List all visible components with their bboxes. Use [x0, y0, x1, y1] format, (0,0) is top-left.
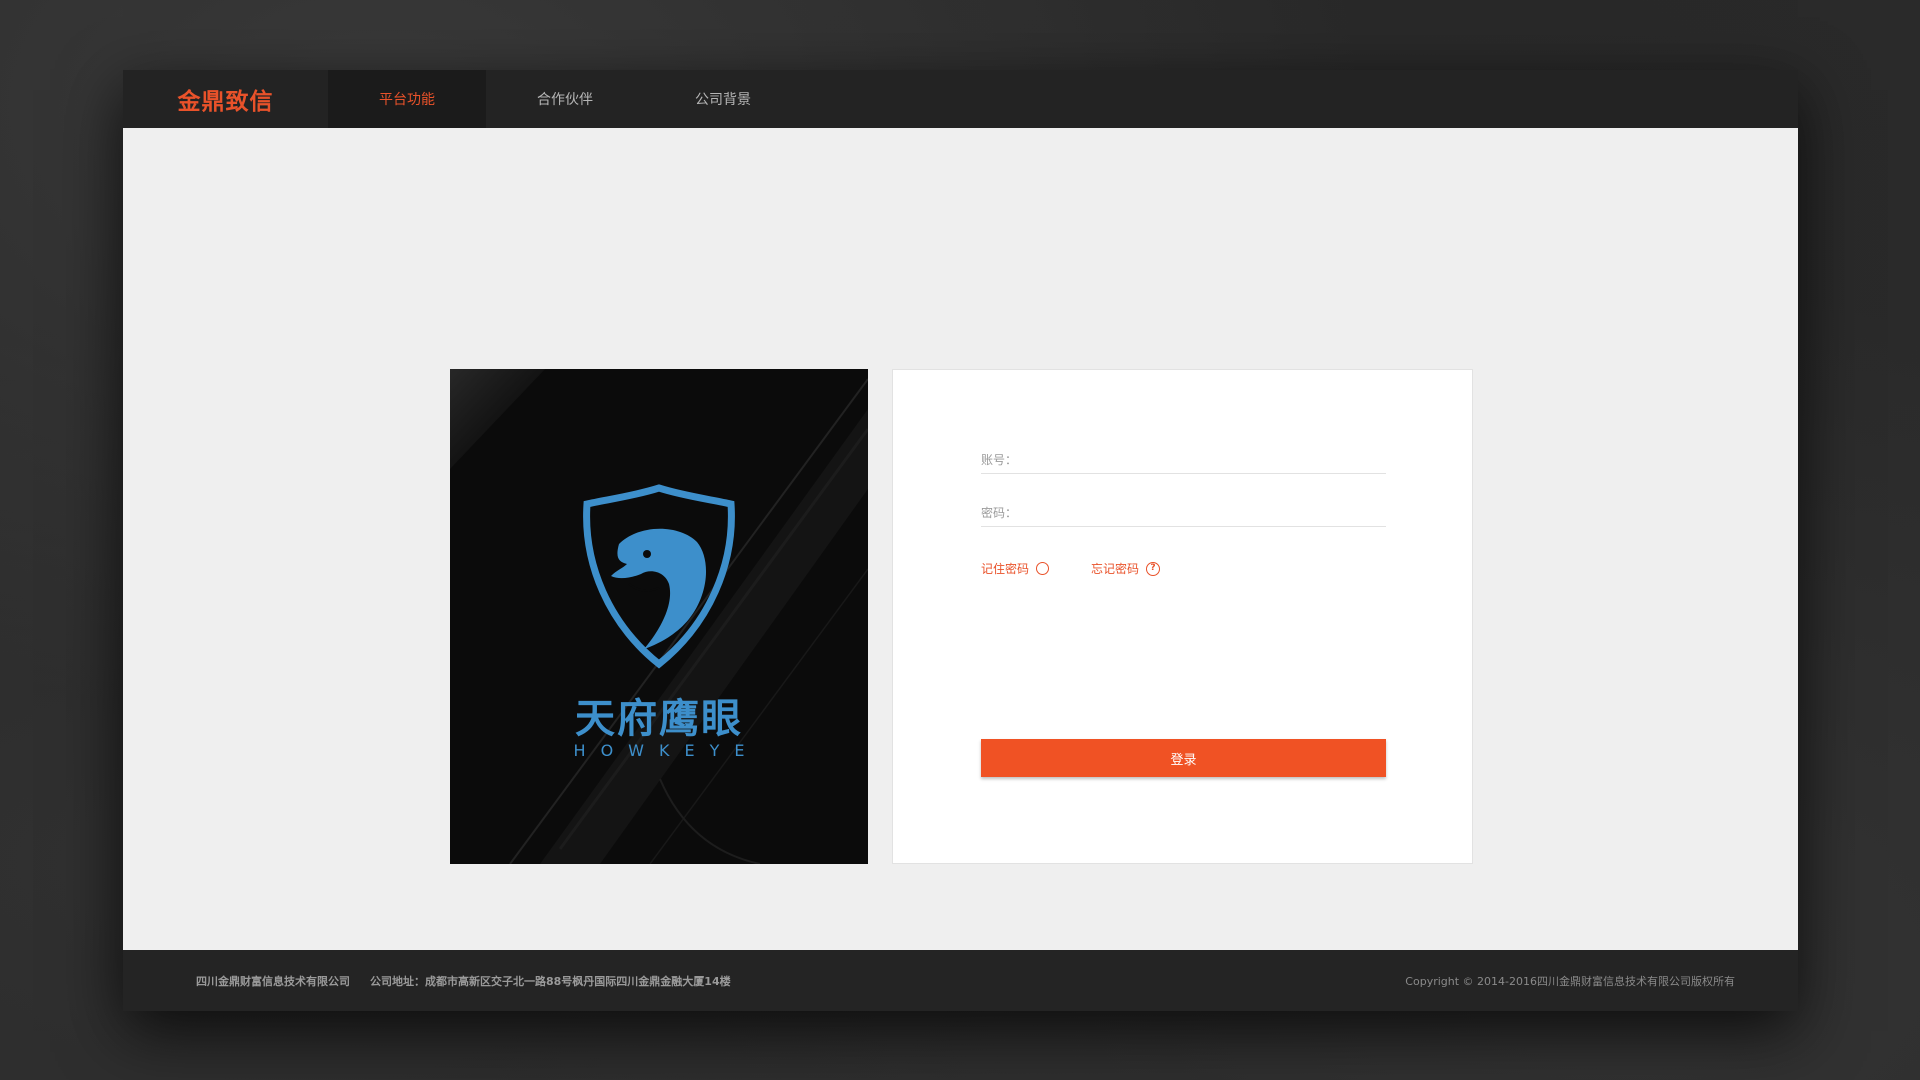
account-field[interactable]: 账号： [981, 446, 1386, 474]
app-window: 金鼎致信 平台功能 合作伙伴 公司背景 天府鹰眼 HOWKEYE 账号： 密码：… [123, 70, 1798, 1011]
brand-logo[interactable]: 金鼎致信 [123, 70, 328, 128]
remember-password-toggle[interactable]: 记住密码 [981, 560, 1050, 577]
radio-icon[interactable] [1036, 562, 1050, 575]
password-field[interactable]: 密码： [981, 499, 1386, 527]
login-button[interactable]: 登录 [981, 739, 1386, 777]
forgot-password-link[interactable]: 忘记密码 ? [1091, 560, 1161, 577]
password-input[interactable] [1017, 499, 1386, 526]
account-input[interactable] [1017, 446, 1386, 473]
question-mark-icon[interactable]: ? [1146, 561, 1161, 576]
main-content: 天府鹰眼 HOWKEYE 账号： 密码： 记住密码 忘记密码 ? 登录 [123, 128, 1798, 950]
password-label: 密码： [981, 506, 1018, 520]
hero-title: 天府鹰眼 [575, 696, 743, 742]
nav-item-partners[interactable]: 合作伙伴 [486, 70, 644, 128]
remember-password-label: 记住密码 [981, 562, 1030, 576]
hero-panel: 天府鹰眼 HOWKEYE [450, 369, 868, 864]
forgot-password-label: 忘记密码 [1091, 562, 1140, 576]
footer-copyright: Copyright © 2014-2016四川金鼎财富信息技术有限公司版权所有 [1405, 974, 1735, 988]
hero-subtitle: HOWKEYE [573, 741, 760, 760]
login-options: 记住密码 忘记密码 ? [981, 560, 1161, 577]
eagle-shield-icon [583, 484, 735, 669]
footer-address: 公司地址：成都市高新区交子北一路88号枫丹国际四川金鼎金融大厦14楼 [370, 974, 731, 988]
login-card: 账号： 密码： 记住密码 忘记密码 ? 登录 [892, 369, 1473, 864]
footer: 四川金鼎财富信息技术有限公司 公司地址：成都市高新区交子北一路88号枫丹国际四川… [123, 950, 1798, 1011]
top-navigation: 金鼎致信 平台功能 合作伙伴 公司背景 [123, 70, 1798, 128]
nav-item-platform-features[interactable]: 平台功能 [328, 70, 486, 128]
account-label: 账号： [981, 453, 1018, 467]
nav-item-company-background[interactable]: 公司背景 [644, 70, 802, 128]
footer-company: 四川金鼎财富信息技术有限公司 [196, 974, 350, 988]
